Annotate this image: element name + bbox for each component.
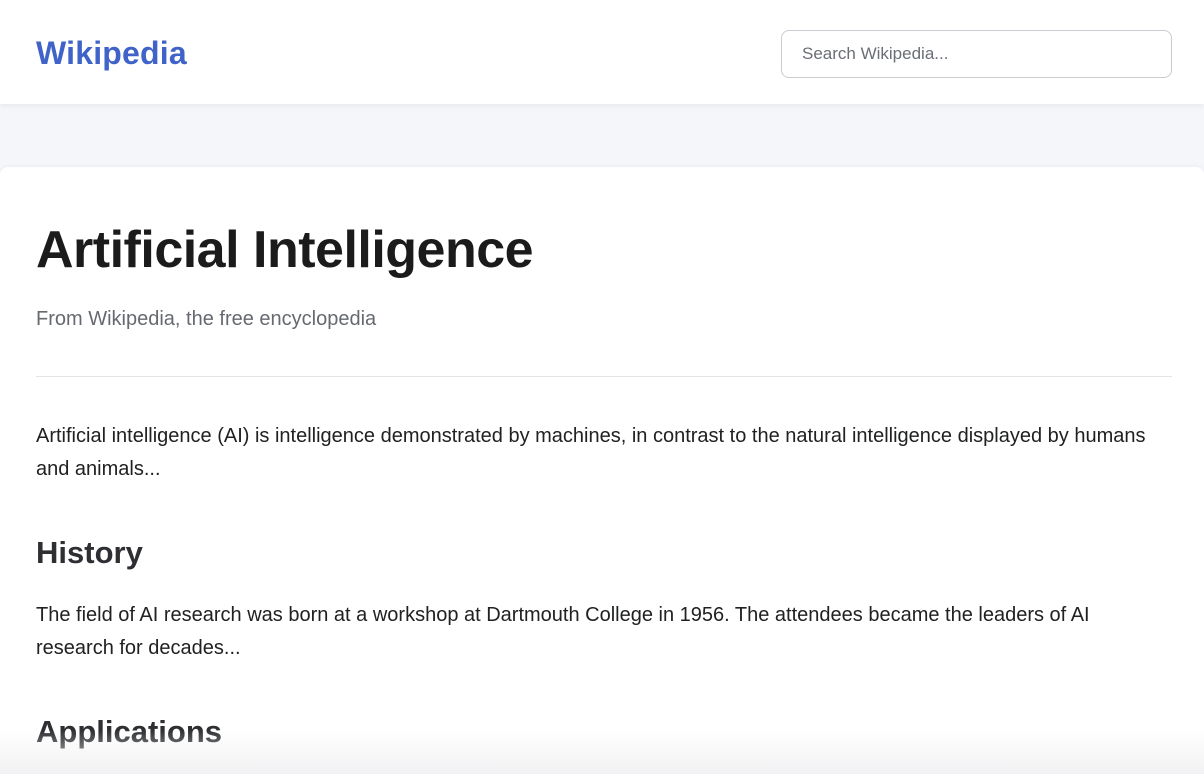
- top-bar: Wikipedia: [0, 0, 1204, 104]
- history-paragraph: The field of AI research was born at a w…: [36, 604, 1090, 659]
- article-tagline: From Wikipedia, the free encyclopedia: [36, 308, 377, 330]
- wikipedia-logo-link[interactable]: Wikipedia: [36, 33, 187, 73]
- intro-paragraph: Artificial intelligence (AI) is intellig…: [36, 425, 1146, 480]
- article-content: Artificial Intelligence From Wikipedia, …: [0, 167, 1204, 774]
- search-input[interactable]: [781, 30, 1172, 78]
- page-title: Artificial Intelligence: [36, 221, 534, 279]
- section-heading-applications: Applications: [36, 714, 223, 749]
- section-heading-history: History: [36, 535, 143, 570]
- title-divider: [36, 376, 1172, 377]
